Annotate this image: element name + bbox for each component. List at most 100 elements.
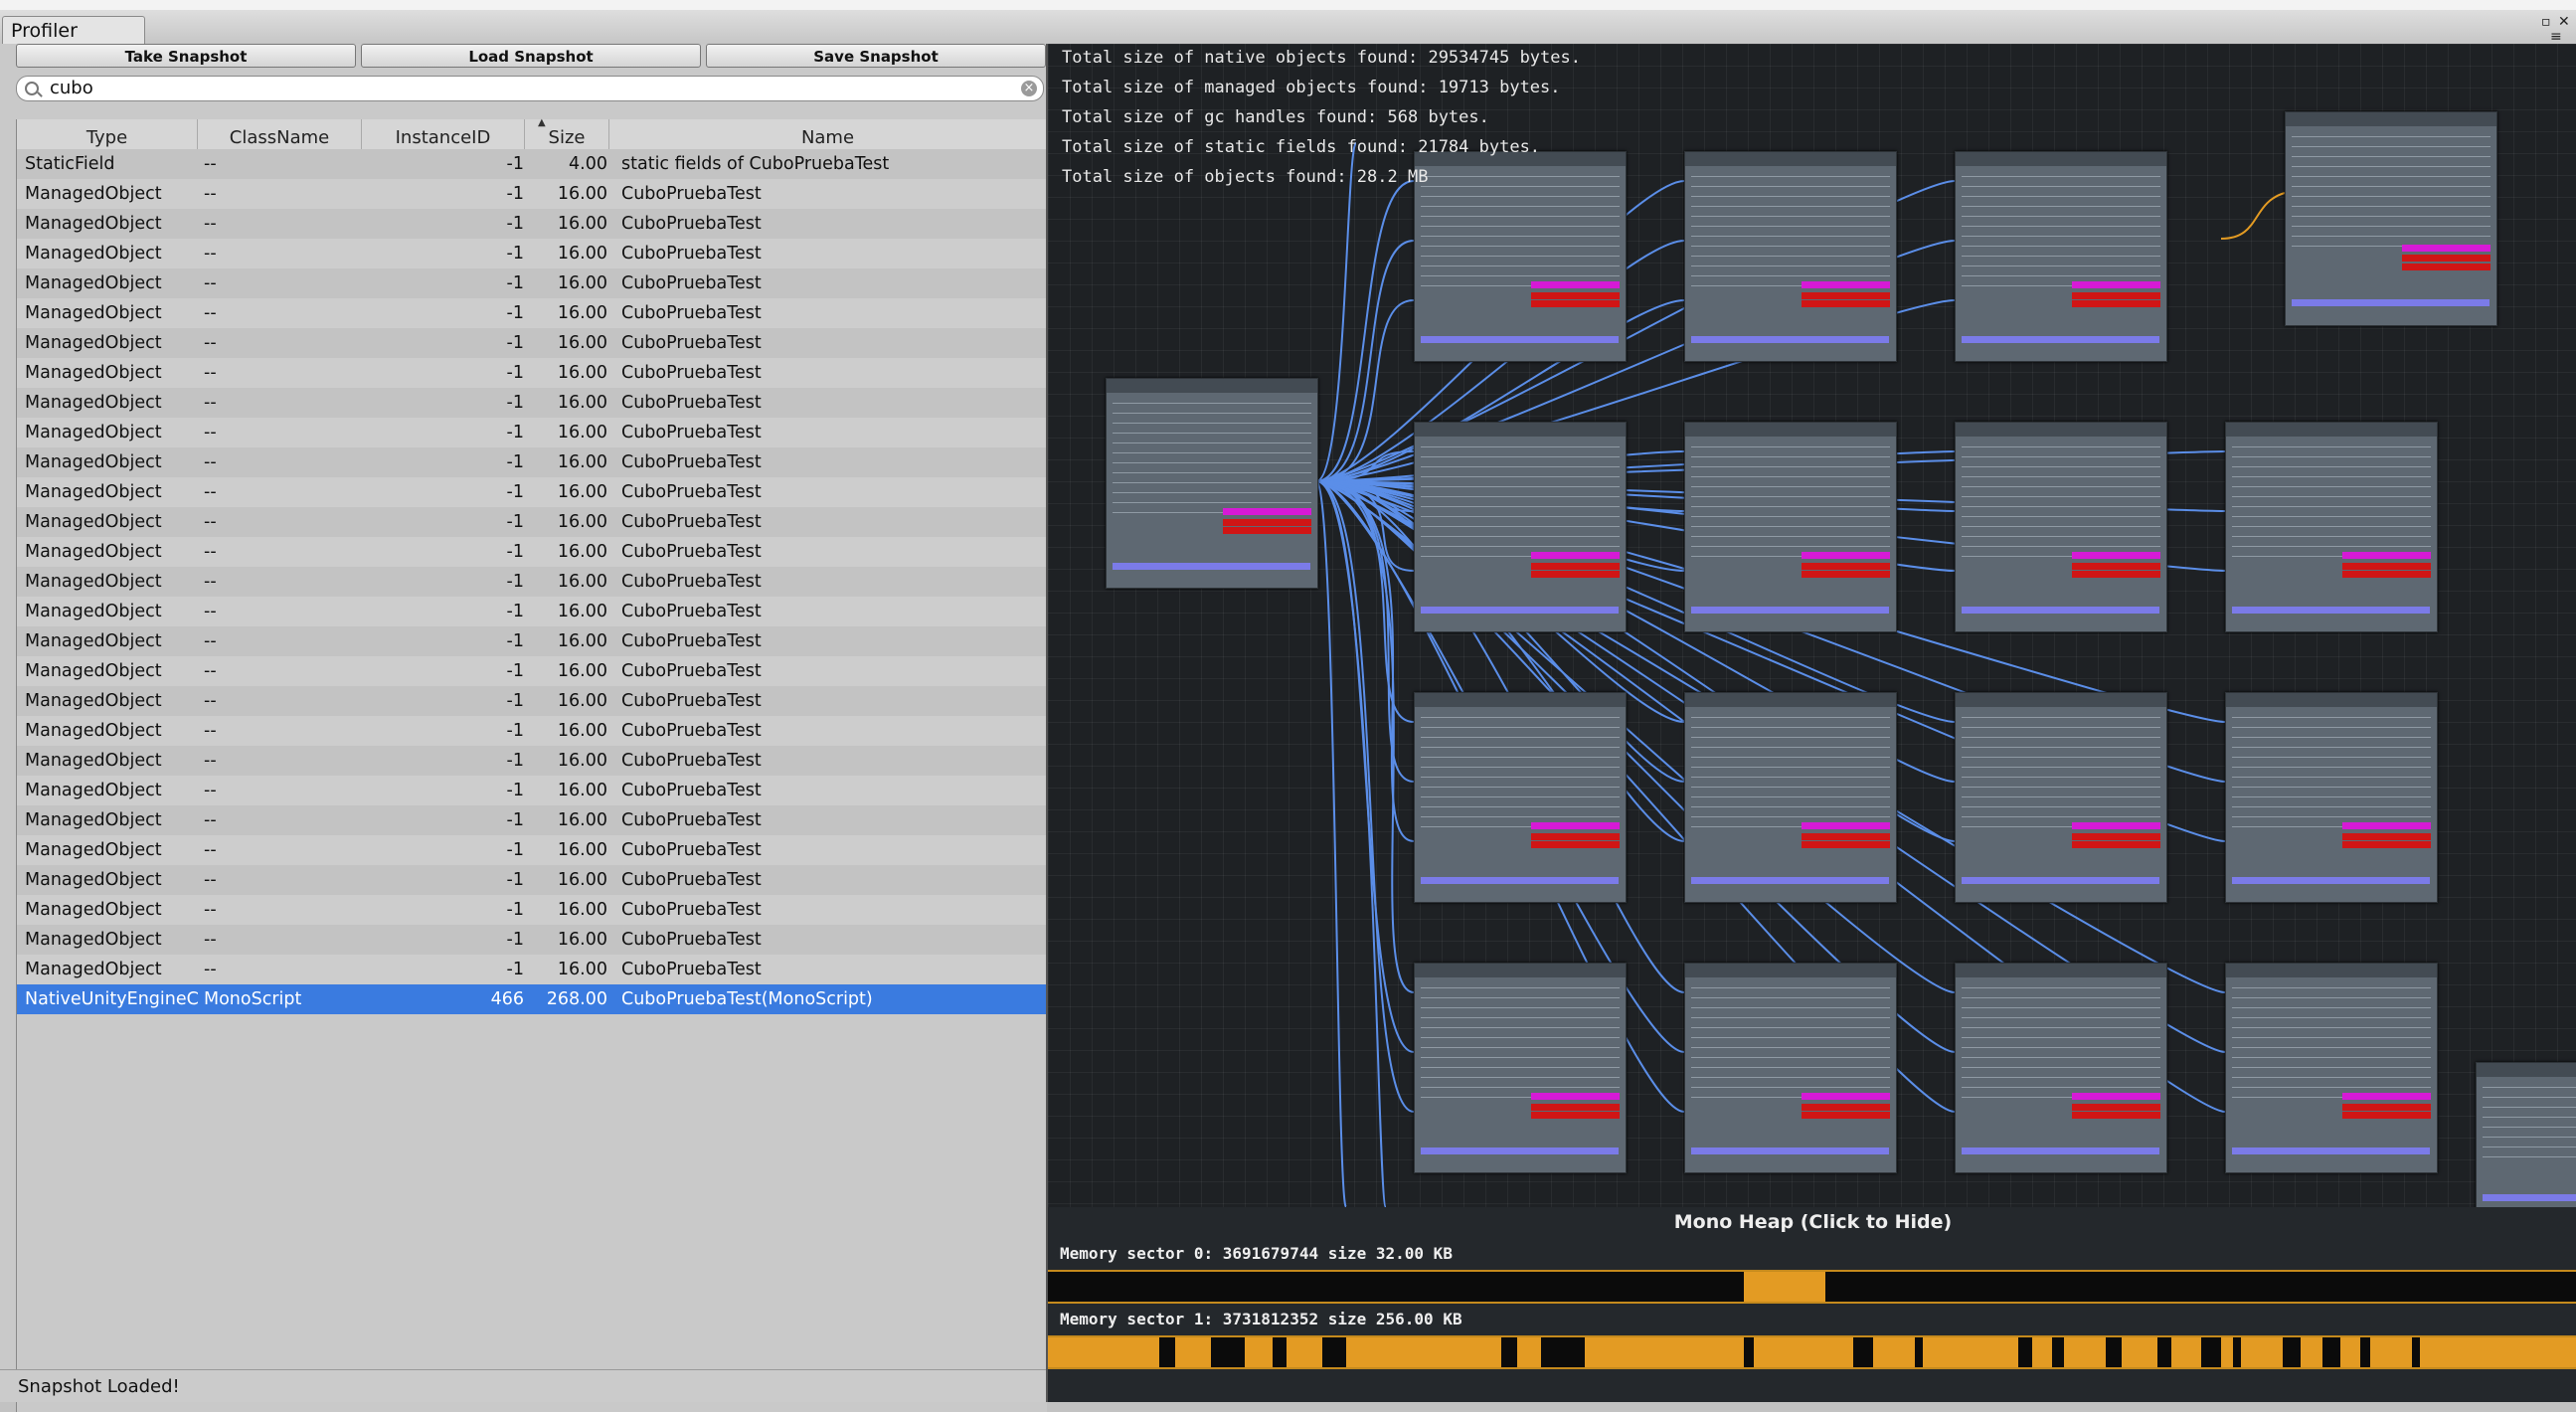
node-reference-bar[interactable] (1421, 607, 1619, 614)
table-row[interactable]: ManagedObject -- -1 16.00 CuboPruebaTest (17, 447, 1047, 477)
node-reference-bar[interactable] (2342, 552, 2431, 559)
node-reference-bar[interactable] (1962, 607, 2159, 614)
node-reference-bar[interactable] (1802, 833, 1890, 840)
node-reference-bar[interactable] (2072, 1104, 2160, 1111)
node-reference-bar[interactable] (2342, 822, 2431, 829)
table-row[interactable]: ManagedObject -- -1 16.00 CuboPruebaTest (17, 746, 1047, 776)
heap-block[interactable] (1287, 1337, 1322, 1367)
node-reference-bar[interactable] (1531, 1104, 1620, 1111)
node-reference-bar[interactable] (2072, 1112, 2160, 1119)
node-reference-bar[interactable] (1531, 563, 1620, 570)
search-input[interactable]: cubo (50, 78, 93, 98)
node-reference-bar[interactable] (2402, 255, 2490, 262)
node-reference-bar[interactable] (2072, 1093, 2160, 1100)
table-row[interactable]: ManagedObject -- -1 16.00 CuboPruebaTest (17, 925, 1047, 955)
heap-block[interactable] (2340, 1337, 2360, 1367)
node-reference-bar[interactable] (1223, 519, 1311, 526)
object-node-partial[interactable] (2476, 1062, 2576, 1213)
object-node[interactable] (1684, 151, 1897, 362)
gchandle-node[interactable] (2285, 111, 2497, 326)
heap-block[interactable] (1923, 1337, 2018, 1367)
menu-icon[interactable]: ≡ (2550, 29, 2562, 45)
take-snapshot-button[interactable]: Take Snapshot (16, 44, 356, 68)
node-reference-bar[interactable] (1802, 552, 1890, 559)
object-node[interactable] (1414, 151, 1627, 362)
node-reference-bar[interactable] (2292, 299, 2490, 306)
node-reference-bar[interactable] (1421, 336, 1619, 343)
table-row[interactable]: ManagedObject -- -1 16.00 CuboPruebaTest (17, 239, 1047, 268)
node-reference-bar[interactable] (1802, 841, 1890, 848)
heap-block[interactable] (2221, 1337, 2233, 1367)
node-reference-bar[interactable] (2342, 1104, 2431, 1111)
node-reference-bar[interactable] (1223, 508, 1311, 515)
column-classname[interactable]: ClassName (198, 119, 362, 149)
node-reference-bar[interactable] (1113, 563, 1310, 570)
heap-block[interactable] (1585, 1337, 1744, 1367)
node-reference-bar[interactable] (1802, 1112, 1890, 1119)
node-reference-bar[interactable] (1531, 1112, 1620, 1119)
table-row[interactable]: ManagedObject -- -1 16.00 CuboPruebaTest (17, 268, 1047, 298)
table-row[interactable]: ManagedObject -- -1 16.00 CuboPruebaTest (17, 418, 1047, 447)
node-reference-bar[interactable] (1531, 822, 1620, 829)
node-reference-bar[interactable] (1962, 336, 2159, 343)
table-row[interactable]: ManagedObject -- -1 16.00 CuboPruebaTest (17, 835, 1047, 865)
node-reference-bar[interactable] (1223, 527, 1311, 534)
table-row[interactable]: ManagedObject -- -1 16.00 CuboPruebaTest (17, 537, 1047, 567)
object-node[interactable] (1955, 692, 2167, 903)
node-reference-bar[interactable] (2072, 300, 2160, 307)
heap-block[interactable] (2122, 1337, 2157, 1367)
heap-block[interactable] (2241, 1337, 2283, 1367)
node-reference-bar[interactable] (2402, 245, 2490, 252)
mono-heap-title[interactable]: Mono Heap (Click to Hide) (1048, 1211, 2576, 1233)
table-row[interactable]: ManagedObject -- -1 16.00 CuboPruebaTest (17, 388, 1047, 418)
heap-block[interactable] (1346, 1337, 1501, 1367)
node-reference-bar[interactable] (2072, 571, 2160, 578)
node-reference-bar[interactable] (2342, 841, 2431, 848)
object-node[interactable] (1955, 151, 2167, 362)
node-reference-bar[interactable] (1531, 841, 1620, 848)
save-snapshot-button[interactable]: Save Snapshot (706, 44, 1046, 68)
node-reference-bar[interactable] (1802, 281, 1890, 288)
node-reference-bar[interactable] (2232, 607, 2430, 614)
node-reference-bar[interactable] (2072, 563, 2160, 570)
node-reference-bar[interactable] (1531, 281, 1620, 288)
object-node[interactable] (1414, 422, 1627, 632)
node-reference-bar[interactable] (2072, 552, 2160, 559)
table-row[interactable]: ManagedObject -- -1 16.00 CuboPruebaTest (17, 179, 1047, 209)
node-reference-bar[interactable] (2342, 1093, 2431, 1100)
node-reference-bar[interactable] (1802, 292, 1890, 299)
object-node[interactable] (1414, 692, 1627, 903)
node-reference-bar[interactable] (1421, 877, 1619, 884)
heap-block[interactable] (1873, 1337, 1915, 1367)
node-reference-bar[interactable] (2342, 571, 2431, 578)
heap-block[interactable] (2171, 1337, 2201, 1367)
node-reference-bar[interactable] (1531, 833, 1620, 840)
table-row[interactable]: ManagedObject -- -1 16.00 CuboPruebaTest (17, 865, 1047, 895)
node-reference-bar[interactable] (1691, 607, 1889, 614)
memory-sector-1-track[interactable] (1048, 1335, 2576, 1369)
object-graph-view[interactable]: Total size of native objects found: 2953… (1046, 44, 2576, 1402)
node-reference-bar[interactable] (1691, 877, 1889, 884)
node-reference-bar[interactable] (1531, 300, 1620, 307)
node-reference-bar[interactable] (1802, 563, 1890, 570)
heap-block[interactable] (1754, 1337, 1853, 1367)
table-row[interactable]: ManagedObject -- -1 16.00 CuboPruebaTest (17, 209, 1047, 239)
node-reference-bar[interactable] (2342, 563, 2431, 570)
object-node[interactable] (1955, 963, 2167, 1173)
heap-block[interactable] (2370, 1337, 2412, 1367)
monoscript-node[interactable] (1106, 378, 1318, 589)
table-row[interactable]: ManagedObject -- -1 16.00 CuboPruebaTest (17, 776, 1047, 805)
mono-heap-panel[interactable] (1048, 1207, 2576, 1402)
search-field[interactable]: cubo × (16, 76, 1044, 101)
heap-block[interactable] (1744, 1272, 1825, 1302)
table-row[interactable]: ManagedObject -- -1 16.00 CuboPruebaTest (17, 656, 1047, 686)
heap-block[interactable] (2420, 1337, 2576, 1367)
node-reference-bar[interactable] (1802, 300, 1890, 307)
column-type[interactable]: Type (17, 119, 198, 149)
node-reference-bar[interactable] (2072, 833, 2160, 840)
heap-block[interactable] (1175, 1337, 1211, 1367)
node-reference-bar[interactable] (1691, 336, 1889, 343)
maximize-icon[interactable]: ▫ (2541, 14, 2551, 30)
object-node[interactable] (1684, 963, 1897, 1173)
load-snapshot-button[interactable]: Load Snapshot (361, 44, 701, 68)
